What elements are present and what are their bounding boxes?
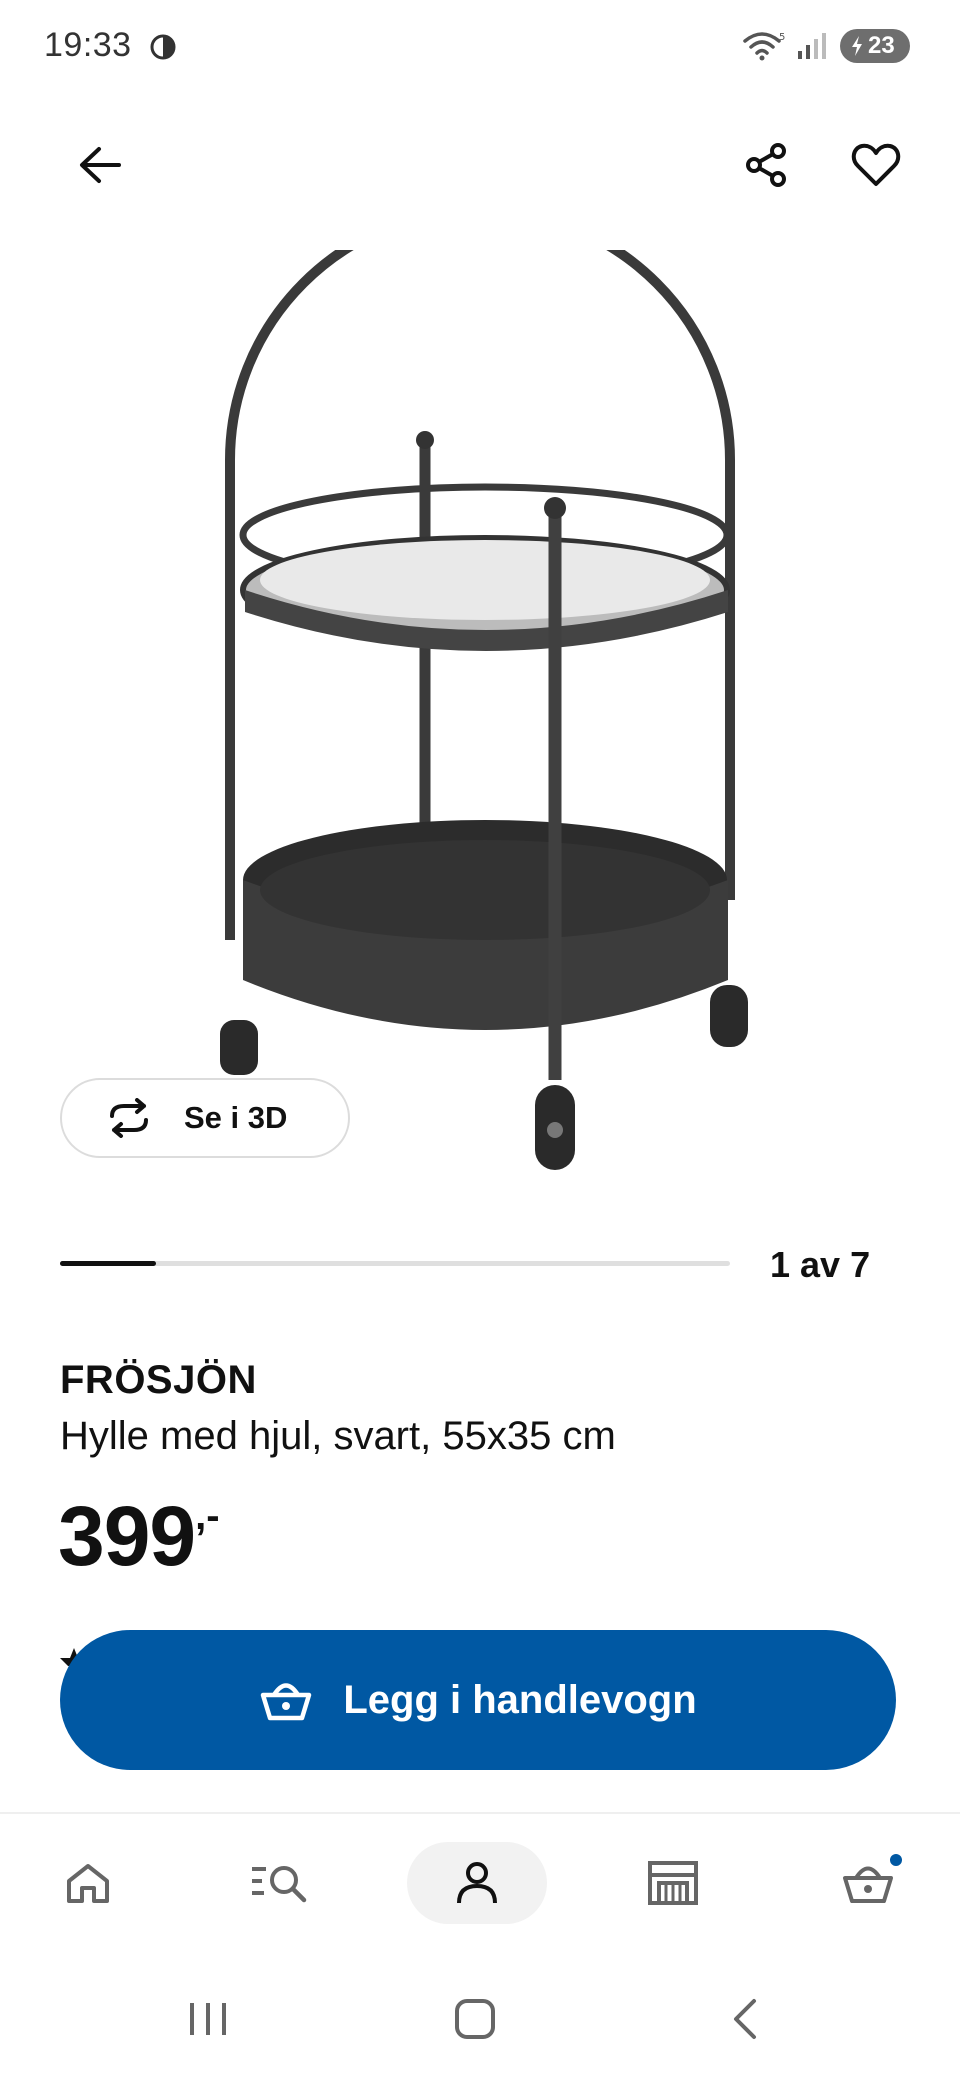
product-name: FRÖSJÖN: [60, 1358, 257, 1402]
gallery-progress: [60, 1261, 730, 1266]
bottom-navigation: [0, 1812, 960, 1962]
view-in-3d-button[interactable]: Se i 3D: [60, 1078, 350, 1158]
price-amount: 399: [58, 1489, 196, 1583]
heart-icon: [851, 143, 901, 186]
nav-store[interactable]: [603, 1842, 743, 1924]
gallery-counter: 1 av 7: [770, 1244, 871, 1285]
add-to-cart-label: Legg i handlevogn: [343, 1677, 697, 1722]
price-suffix: ,-: [195, 1494, 220, 1538]
back-arrow-icon: [80, 147, 121, 183]
search-icon: [252, 1866, 307, 1903]
back-button[interactable]: [62, 127, 138, 203]
view-in-3d-label: Se i 3D: [184, 1100, 288, 1135]
status-bar: 19:33 5 23: [0, 0, 960, 95]
home-icon: [67, 1864, 109, 1903]
battery-indicator: 23: [840, 29, 910, 63]
system-home-button[interactable]: [430, 1984, 520, 2054]
gallery-progress-fill: [60, 1261, 156, 1266]
nav-cart[interactable]: [798, 1842, 938, 1924]
nav-search[interactable]: [210, 1842, 350, 1924]
recents-icon: [190, 2003, 226, 2035]
battery-charging-icon: [852, 36, 862, 56]
cart-badge: [888, 1852, 904, 1868]
product-description: Hylle med hjul, svart, 55x35 cm: [60, 1414, 616, 1458]
profile-icon: [457, 1862, 497, 1904]
status-icons: 5 23: [742, 28, 910, 64]
system-navigation: [0, 1962, 960, 2080]
signal-icon: [798, 33, 826, 59]
product-price: 399 ,-: [58, 1488, 220, 1585]
top-app-bar: [0, 120, 960, 210]
rotate-3d-icon: [110, 1098, 148, 1138]
add-to-cart-button[interactable]: Legg i handlevogn: [60, 1630, 896, 1770]
home-circle-icon: [455, 1999, 495, 2039]
nav-profile[interactable]: [407, 1842, 547, 1924]
product-image[interactable]: [150, 250, 810, 1190]
system-back-button[interactable]: [700, 1984, 790, 2054]
battery-level: 23: [868, 32, 895, 59]
share-icon: [746, 143, 786, 187]
cart-icon: [843, 1866, 893, 1903]
share-button[interactable]: [728, 127, 804, 203]
store-icon: [648, 1861, 698, 1905]
nav-home[interactable]: [18, 1842, 158, 1924]
favourite-button[interactable]: [838, 127, 914, 203]
recents-button[interactable]: [163, 1984, 253, 2054]
wifi-icon: 5: [743, 32, 785, 61]
status-time: 19:33: [44, 26, 132, 64]
svg-text:5: 5: [779, 32, 785, 43]
basket-icon: [261, 1683, 312, 1721]
back-chevron-icon: [734, 1999, 756, 2039]
data-saver-icon: [150, 34, 176, 60]
